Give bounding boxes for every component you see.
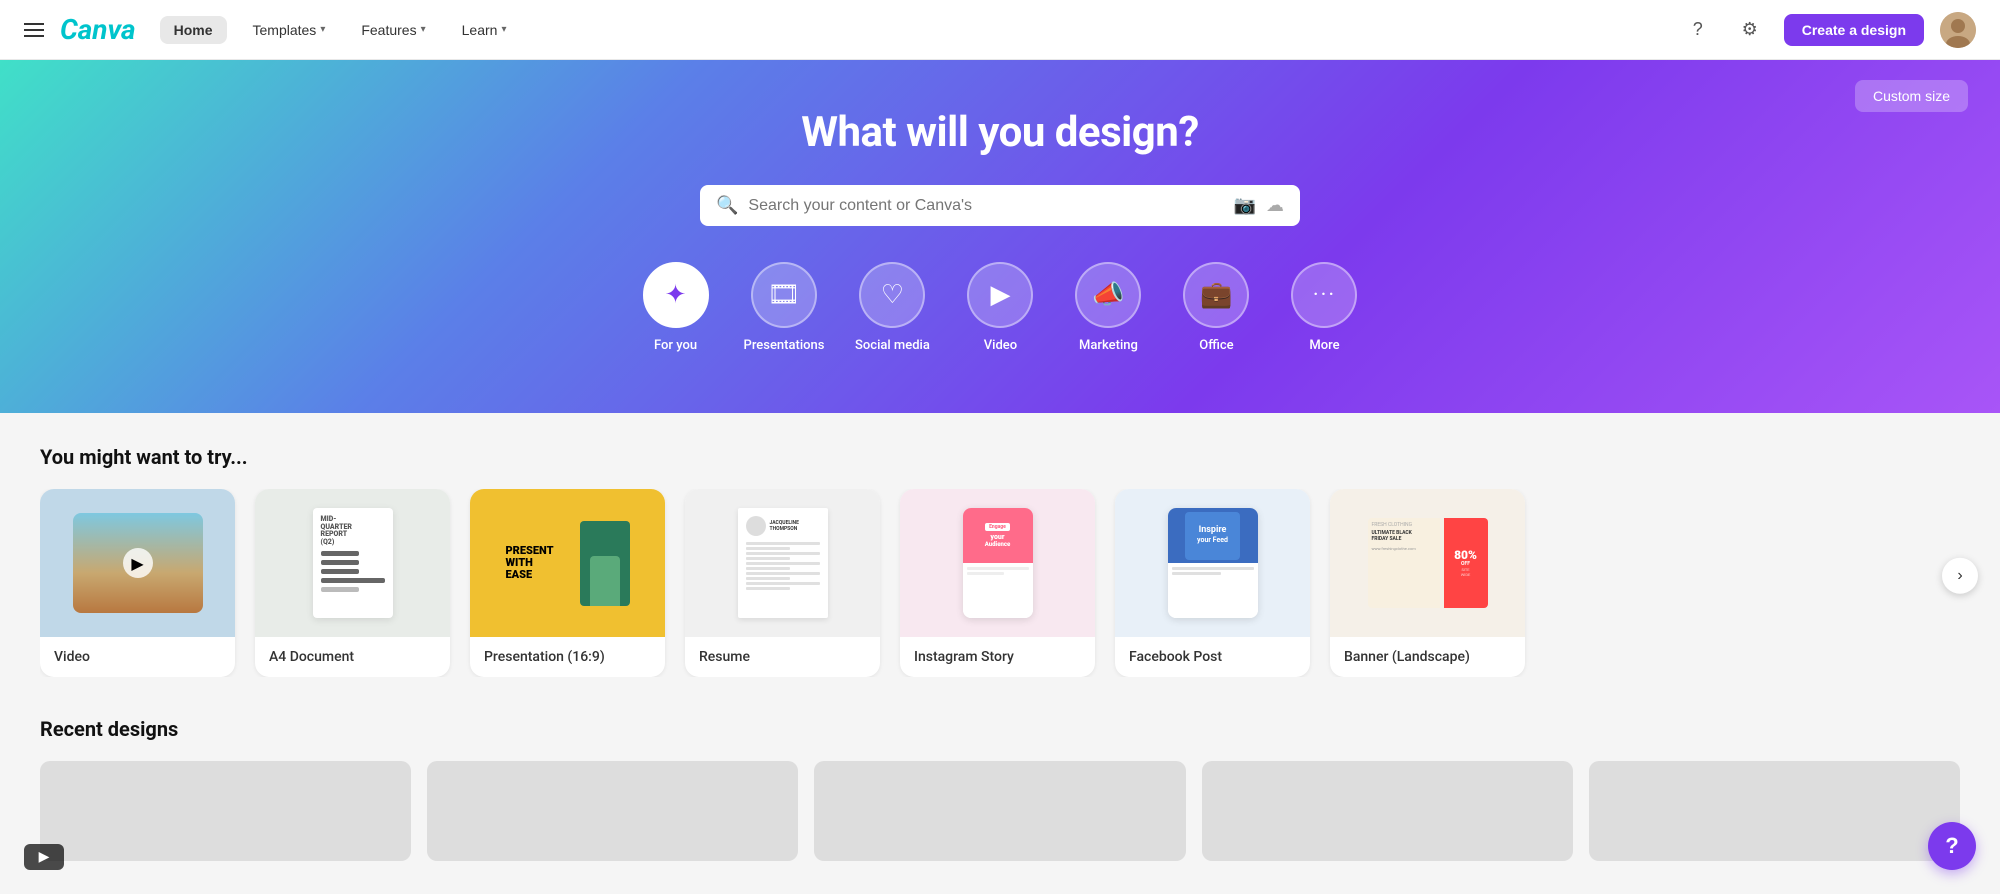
recent-design-item[interactable] (427, 761, 798, 861)
search-bar: 🔍 📷 ☁ (700, 185, 1300, 226)
category-video[interactable]: ▶ Video (960, 262, 1040, 353)
help-button[interactable]: ? (1680, 12, 1716, 48)
category-icon-video: ▶ (967, 262, 1033, 328)
recent-design-item[interactable] (1589, 761, 1960, 861)
templates-nav[interactable]: Templates ▾ (243, 16, 336, 44)
recent-designs-row (40, 761, 1960, 861)
upload-icon[interactable]: ☁ (1266, 195, 1284, 216)
card-facebook-label: Facebook Post (1115, 637, 1310, 677)
recent-title: Recent designs (40, 717, 1960, 741)
card-a4-thumb: MID-QUARTERREPORT(Q2) (255, 489, 450, 637)
chevron-down-icon: ▾ (421, 24, 426, 35)
category-label-office: Office (1199, 338, 1233, 353)
category-label-video: Video (984, 338, 1017, 353)
recent-section: Recent designs (40, 717, 1960, 861)
category-icon-more: ··· (1291, 262, 1357, 328)
category-icon-marketing: 📣 (1075, 262, 1141, 328)
card-pres-thumb: PRESENTWITHEASE (470, 489, 665, 637)
recent-design-item[interactable] (1202, 761, 1573, 861)
category-office[interactable]: 💼 Office (1176, 262, 1256, 353)
card-banner-landscape[interactable]: FRESH CLOTHING ULTIMATE BLACKFRIDAY SALE… (1330, 489, 1525, 677)
card-resume-label: Resume (685, 637, 880, 677)
category-icon-presentations: 🎞 (751, 262, 817, 328)
card-video-thumb: ▶ (40, 489, 235, 637)
card-video[interactable]: ▶ Video (40, 489, 235, 677)
card-instagram-story[interactable]: Engage your Audience Instagram Sto (900, 489, 1095, 677)
card-insta-thumb: Engage your Audience (900, 489, 1095, 637)
fb-mock: Inspireyour Feed (1168, 508, 1258, 618)
hero-section: Custom size What will you design? 🔍 📷 ☁ … (0, 60, 2000, 413)
category-for-you[interactable]: ✦ For you (636, 262, 716, 353)
suggestions-title: You might want to try... (40, 445, 1960, 469)
category-icon-office: 💼 (1183, 262, 1249, 328)
a4-doc-mock: MID-QUARTERREPORT(Q2) (313, 508, 393, 618)
card-resume-thumb: JACQUELINE THOMPSON (685, 489, 880, 637)
create-design-button[interactable]: Create a design (1784, 14, 1924, 46)
canva-logo[interactable]: Canva (60, 13, 136, 46)
play-icon: ▶ (123, 548, 153, 578)
video-bar[interactable]: ▶ (24, 844, 64, 870)
card-banner-thumb: FRESH CLOTHING ULTIMATE BLACKFRIDAY SALE… (1330, 489, 1525, 637)
custom-size-button[interactable]: Custom size (1855, 80, 1968, 112)
category-marketing[interactable]: 📣 Marketing (1068, 262, 1148, 353)
card-instagram-label: Instagram Story (900, 637, 1095, 677)
card-a4-document[interactable]: MID-QUARTERREPORT(Q2) A4 Document (255, 489, 450, 677)
card-presentation-label: Presentation (16:9) (470, 637, 665, 677)
video-thumbnail: ▶ (73, 513, 203, 613)
search-icon: 🔍 (716, 195, 738, 216)
suggestions-cards-row: ▶ Video MID-QUARTERREPORT(Q2) (40, 489, 1960, 677)
navbar: Canva Home Templates ▾ Features ▾ Learn … (0, 0, 2000, 60)
card-banner-label: Banner (Landscape) (1330, 637, 1525, 677)
scroll-right-button[interactable]: › (1942, 558, 1978, 594)
settings-button[interactable]: ⚙ (1732, 12, 1768, 48)
main-content: You might want to try... ▶ Video (0, 413, 2000, 893)
search-input[interactable] (748, 197, 1223, 215)
suggestions-section: You might want to try... ▶ Video (40, 445, 1960, 677)
insta-mock: Engage your Audience (963, 508, 1033, 618)
cards-wrapper: ▶ Video MID-QUARTERREPORT(Q2) (40, 489, 1960, 677)
recent-design-item[interactable] (40, 761, 411, 861)
category-label-more: More (1309, 338, 1339, 353)
features-nav[interactable]: Features ▾ (351, 16, 435, 44)
card-presentation[interactable]: PRESENTWITHEASE Presentation (16:9) (470, 489, 665, 677)
category-icon-social-media: ♡ (859, 262, 925, 328)
category-label-social-media: Social media (855, 338, 930, 353)
category-icon-for-you: ✦ (643, 262, 709, 328)
hamburger-icon[interactable] (24, 23, 44, 37)
recent-design-item[interactable] (814, 761, 1185, 861)
banner-mock: FRESH CLOTHING ULTIMATE BLACKFRIDAY SALE… (1368, 518, 1488, 608)
chevron-down-icon: ▾ (320, 24, 325, 35)
avatar[interactable] (1940, 12, 1976, 48)
card-facebook-post[interactable]: Inspireyour Feed Facebook Post (1115, 489, 1310, 677)
card-resume[interactable]: JACQUELINE THOMPSON (685, 489, 880, 677)
categories-row: ✦ For you 🎞 Presentations ♡ Social media… (32, 262, 1968, 353)
card-a4-label: A4 Document (255, 637, 450, 677)
help-fab-button[interactable]: ? (1928, 822, 1976, 870)
navbar-right: ? ⚙ Create a design (1680, 12, 1976, 48)
resume-mock: JACQUELINE THOMPSON (738, 508, 828, 618)
card-fb-thumb: Inspireyour Feed (1115, 489, 1310, 637)
card-video-label: Video (40, 637, 235, 677)
category-label-marketing: Marketing (1079, 338, 1138, 353)
category-presentations[interactable]: 🎞 Presentations (744, 262, 825, 353)
camera-icon[interactable]: 📷 (1234, 195, 1256, 216)
category-more[interactable]: ··· More (1284, 262, 1364, 353)
learn-nav[interactable]: Learn ▾ (452, 16, 517, 44)
video-bar-icon: ▶ (39, 849, 50, 865)
category-label-presentations: Presentations (744, 338, 825, 353)
category-label-for-you: For you (654, 338, 697, 353)
navbar-left: Canva Home Templates ▾ Features ▾ Learn … (24, 13, 516, 46)
chevron-down-icon: ▾ (501, 24, 506, 35)
home-button[interactable]: Home (160, 16, 227, 44)
hero-title: What will you design? (32, 108, 1968, 157)
category-social-media[interactable]: ♡ Social media (852, 262, 932, 353)
